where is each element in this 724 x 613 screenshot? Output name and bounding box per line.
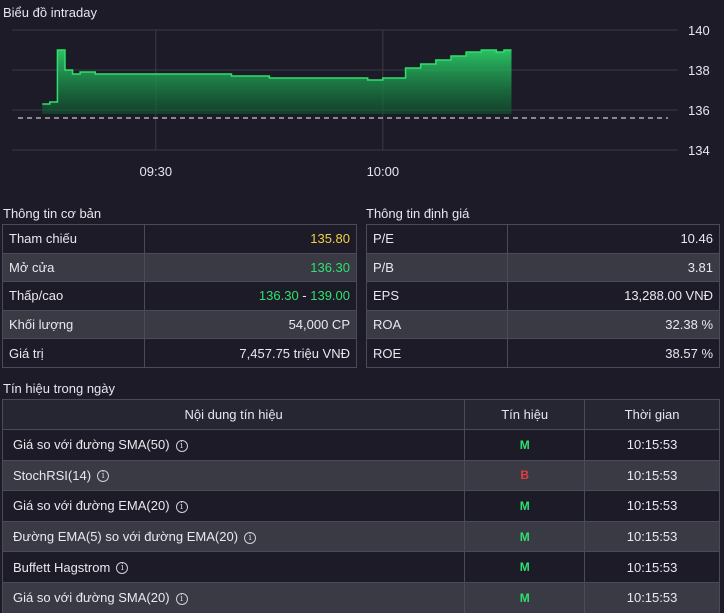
table-row: Giá so với đường SMA(20) i M 10:15:53 xyxy=(1,581,720,613)
signal-name: Giá so với đường SMA(20) i xyxy=(1,581,466,613)
signal-name-text: Đường EMA(5) so với đường EMA(20) xyxy=(13,529,239,545)
signal-name-text: StochRSI(14) xyxy=(13,467,92,483)
table-row: ROE 38.57 % xyxy=(366,338,721,368)
pb-label: P/B xyxy=(366,252,508,283)
low-price: 136.30 xyxy=(258,288,299,304)
signal-name-text: Buffett Hagstrom xyxy=(13,559,111,575)
col-header-content: Nội dung tín hiệu xyxy=(1,399,466,430)
signal-value: M xyxy=(464,520,586,553)
signal-value: M xyxy=(464,490,586,522)
eps-value: 13,288.00 VNĐ xyxy=(506,281,721,311)
low-high-value: 136.30 - 139.00 xyxy=(143,281,358,311)
table-row: StochRSI(14) i B 10:15:53 xyxy=(1,459,720,492)
signal-name-text: Giá so với đường SMA(50) xyxy=(13,437,170,453)
signals-title: Tín hiệu trong ngày xyxy=(3,381,116,396)
table-row: Thấp/cao 136.30 - 139.00 xyxy=(2,281,358,311)
signal-time: 10:15:53 xyxy=(584,459,720,492)
signal-name-text: Giá so với đường SMA(20) xyxy=(13,590,170,606)
table-row: Giá so với đường SMA(50) i M 10:15:53 xyxy=(1,429,720,461)
valuation-title: Thông tin định giá xyxy=(366,206,470,221)
info-icon[interactable]: i xyxy=(244,531,257,544)
info-icon[interactable]: i xyxy=(175,592,188,605)
y-tick-label: 138 xyxy=(688,63,710,78)
signal-name: StochRSI(14) i xyxy=(1,459,466,492)
basic-info-table: Tham chiếu 135.80 Mở cửa 136.30 Thấp/cao… xyxy=(2,224,358,368)
signal-time: 10:15:53 xyxy=(584,551,720,583)
signal-value: M xyxy=(464,551,586,583)
col-header-time: Thời gian xyxy=(584,399,720,430)
high-price: 139.00 xyxy=(310,288,350,304)
table-row: Giá trị 7,457.75 triệu VNĐ xyxy=(2,338,358,368)
roe-value: 38.57 % xyxy=(506,338,721,368)
signal-name-text: Giá so với đường EMA(20) xyxy=(13,498,170,514)
y-tick-label: 136 xyxy=(688,103,710,118)
pb-value: 3.81 xyxy=(506,252,721,283)
roa-label: ROA xyxy=(366,309,508,340)
signal-value: B xyxy=(464,459,586,492)
signal-name: Buffett Hagstrom i xyxy=(1,551,466,583)
roe-label: ROE xyxy=(366,338,508,368)
signal-name: Giá so với đường EMA(20) i xyxy=(1,490,466,522)
table-row: EPS 13,288.00 VNĐ xyxy=(366,281,721,311)
valuation-table: P/E 10.46 P/B 3.81 EPS 13,288.00 VNĐ ROA… xyxy=(366,224,721,368)
value-value: 7,457.75 triệu VNĐ xyxy=(143,338,358,368)
table-row: Tham chiếu 135.80 xyxy=(2,224,358,254)
table-row: ROA 32.38 % xyxy=(366,309,721,340)
signal-value: M xyxy=(464,429,586,461)
pe-label: P/E xyxy=(366,224,508,254)
x-tick-label: 09:30 xyxy=(140,164,173,179)
signals-table: Nội dung tín hiệu Tín hiệu Thời gian Giá… xyxy=(1,399,720,613)
volume-label: Khối lượng xyxy=(2,309,145,340)
table-row: Giá so với đường EMA(20) i M 10:15:53 xyxy=(1,490,720,522)
signals-header-row: Nội dung tín hiệu Tín hiệu Thời gian xyxy=(1,399,720,430)
info-icon[interactable]: i xyxy=(175,501,188,514)
ref-price-label: Tham chiếu xyxy=(2,224,145,254)
low-high-sep: - xyxy=(298,288,311,304)
info-icon[interactable]: i xyxy=(97,470,110,483)
pe-value: 10.46 xyxy=(506,224,721,254)
volume-value: 54,000 CP xyxy=(143,309,358,340)
signal-time: 10:15:53 xyxy=(584,581,720,613)
table-row: P/E 10.46 xyxy=(366,224,721,254)
info-icon[interactable]: i xyxy=(116,562,129,575)
table-row: P/B 3.81 xyxy=(366,252,721,283)
info-icon[interactable]: i xyxy=(175,439,188,452)
ref-price-value: 135.80 xyxy=(143,224,358,254)
x-tick-label: 10:00 xyxy=(367,164,400,179)
open-price-label: Mở cửa xyxy=(2,252,145,283)
signal-name: Giá so với đường SMA(50) i xyxy=(1,429,466,461)
low-high-label: Thấp/cao xyxy=(2,281,145,311)
roa-value: 32.38 % xyxy=(506,309,721,340)
open-price-value: 136.30 xyxy=(143,252,358,283)
y-tick-label: 140 xyxy=(688,23,710,38)
table-row: Đường EMA(5) so với đường EMA(20) i M 10:… xyxy=(1,520,720,553)
signal-name: Đường EMA(5) so với đường EMA(20) i xyxy=(1,520,466,553)
y-tick-label: 134 xyxy=(688,143,710,158)
table-row: Mở cửa 136.30 xyxy=(2,252,358,283)
signal-time: 10:15:53 xyxy=(584,520,720,553)
eps-label: EPS xyxy=(366,281,508,311)
value-label: Giá trị xyxy=(2,338,145,368)
signal-time: 10:15:53 xyxy=(584,429,720,461)
intraday-chart: 140 138 136 134 09:30 10:00 xyxy=(12,23,710,179)
signal-time: 10:15:53 xyxy=(584,490,720,522)
col-header-signal: Tín hiệu xyxy=(464,399,586,430)
table-row: Buffett Hagstrom i M 10:15:53 xyxy=(1,551,720,583)
table-row: Khối lượng 54,000 CP xyxy=(2,309,358,340)
signal-value: M xyxy=(464,581,586,613)
basic-info-title: Thông tin cơ bản xyxy=(3,206,102,221)
